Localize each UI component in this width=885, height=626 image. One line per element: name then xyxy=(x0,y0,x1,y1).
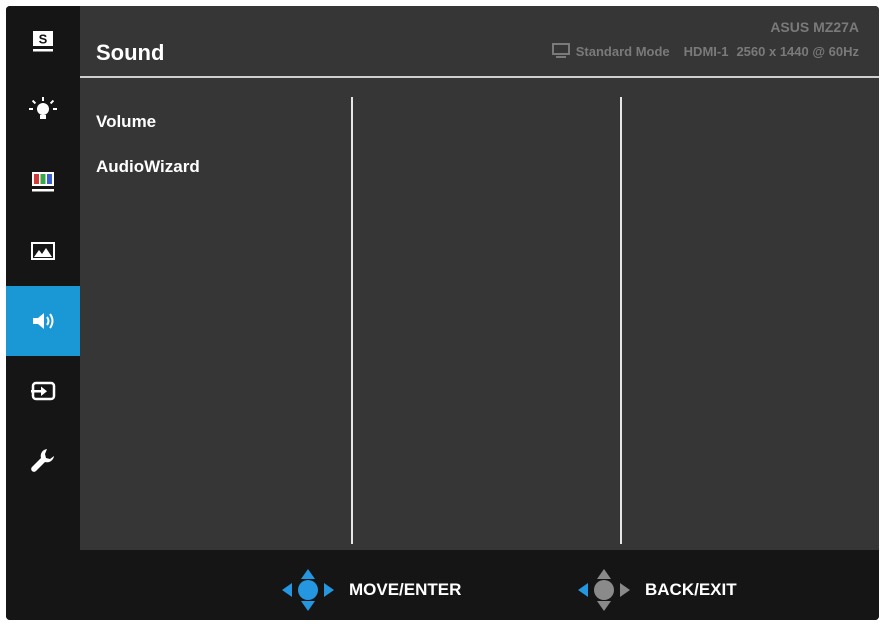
move-enter-label: MOVE/ENTER xyxy=(349,580,462,599)
move-enter-hint: MOVE/ENTER xyxy=(279,567,461,613)
header-divider xyxy=(80,76,879,78)
color-icon xyxy=(32,172,54,192)
sidebar-item-splendid[interactable]: S xyxy=(6,6,80,76)
menu-list: Volume AudioWizard xyxy=(96,112,200,202)
menu-item-volume[interactable]: Volume xyxy=(96,112,200,134)
mode-label: Standard Mode xyxy=(575,43,670,59)
joystick-back-exit-icon xyxy=(578,569,630,611)
splendid-icon: S xyxy=(33,31,53,52)
sidebar-item-input-select[interactable] xyxy=(6,356,80,426)
content-panel: Sound ASUS MZ27A Standard Mode HDMI-1 25… xyxy=(80,6,879,550)
splendid-glyph: S xyxy=(39,32,48,47)
footer: MOVE/ENTER BACK/EXIT xyxy=(6,550,879,620)
speaker-icon xyxy=(33,313,54,329)
status-bar: Standard Mode HDMI-1 2560 x 1440 @ 60Hz xyxy=(551,43,859,59)
resolution-label: 2560 x 1440 @ 60Hz xyxy=(736,43,859,59)
sidebar-item-system-setup[interactable] xyxy=(6,426,80,496)
back-exit-label: BACK/EXIT xyxy=(645,580,737,599)
sidebar-item-image[interactable] xyxy=(6,216,80,286)
joystick-move-enter-icon xyxy=(282,569,334,611)
model-name: ASUS MZ27A xyxy=(770,19,859,35)
osd-window: S Sound ASUS MZ27A Standard Mode HDMI-1 … xyxy=(6,6,879,620)
column-divider xyxy=(620,97,622,544)
wrench-icon xyxy=(31,449,54,472)
back-exit-hint: BACK/EXIT xyxy=(575,567,737,613)
sidebar-item-color[interactable] xyxy=(6,146,80,216)
input-label: HDMI-1 xyxy=(683,43,729,59)
blue-light-filter-icon xyxy=(29,97,57,119)
monitor-icon xyxy=(551,43,570,59)
image-icon xyxy=(31,242,55,260)
sidebar-item-blue-light-filter[interactable] xyxy=(6,76,80,146)
menu-item-audiowizard[interactable]: AudioWizard xyxy=(96,157,200,179)
page-title: Sound xyxy=(96,40,165,65)
column-divider xyxy=(351,97,353,544)
sidebar-item-sound[interactable] xyxy=(6,286,80,356)
input-select-icon xyxy=(31,381,56,401)
sidebar: S xyxy=(6,6,80,546)
